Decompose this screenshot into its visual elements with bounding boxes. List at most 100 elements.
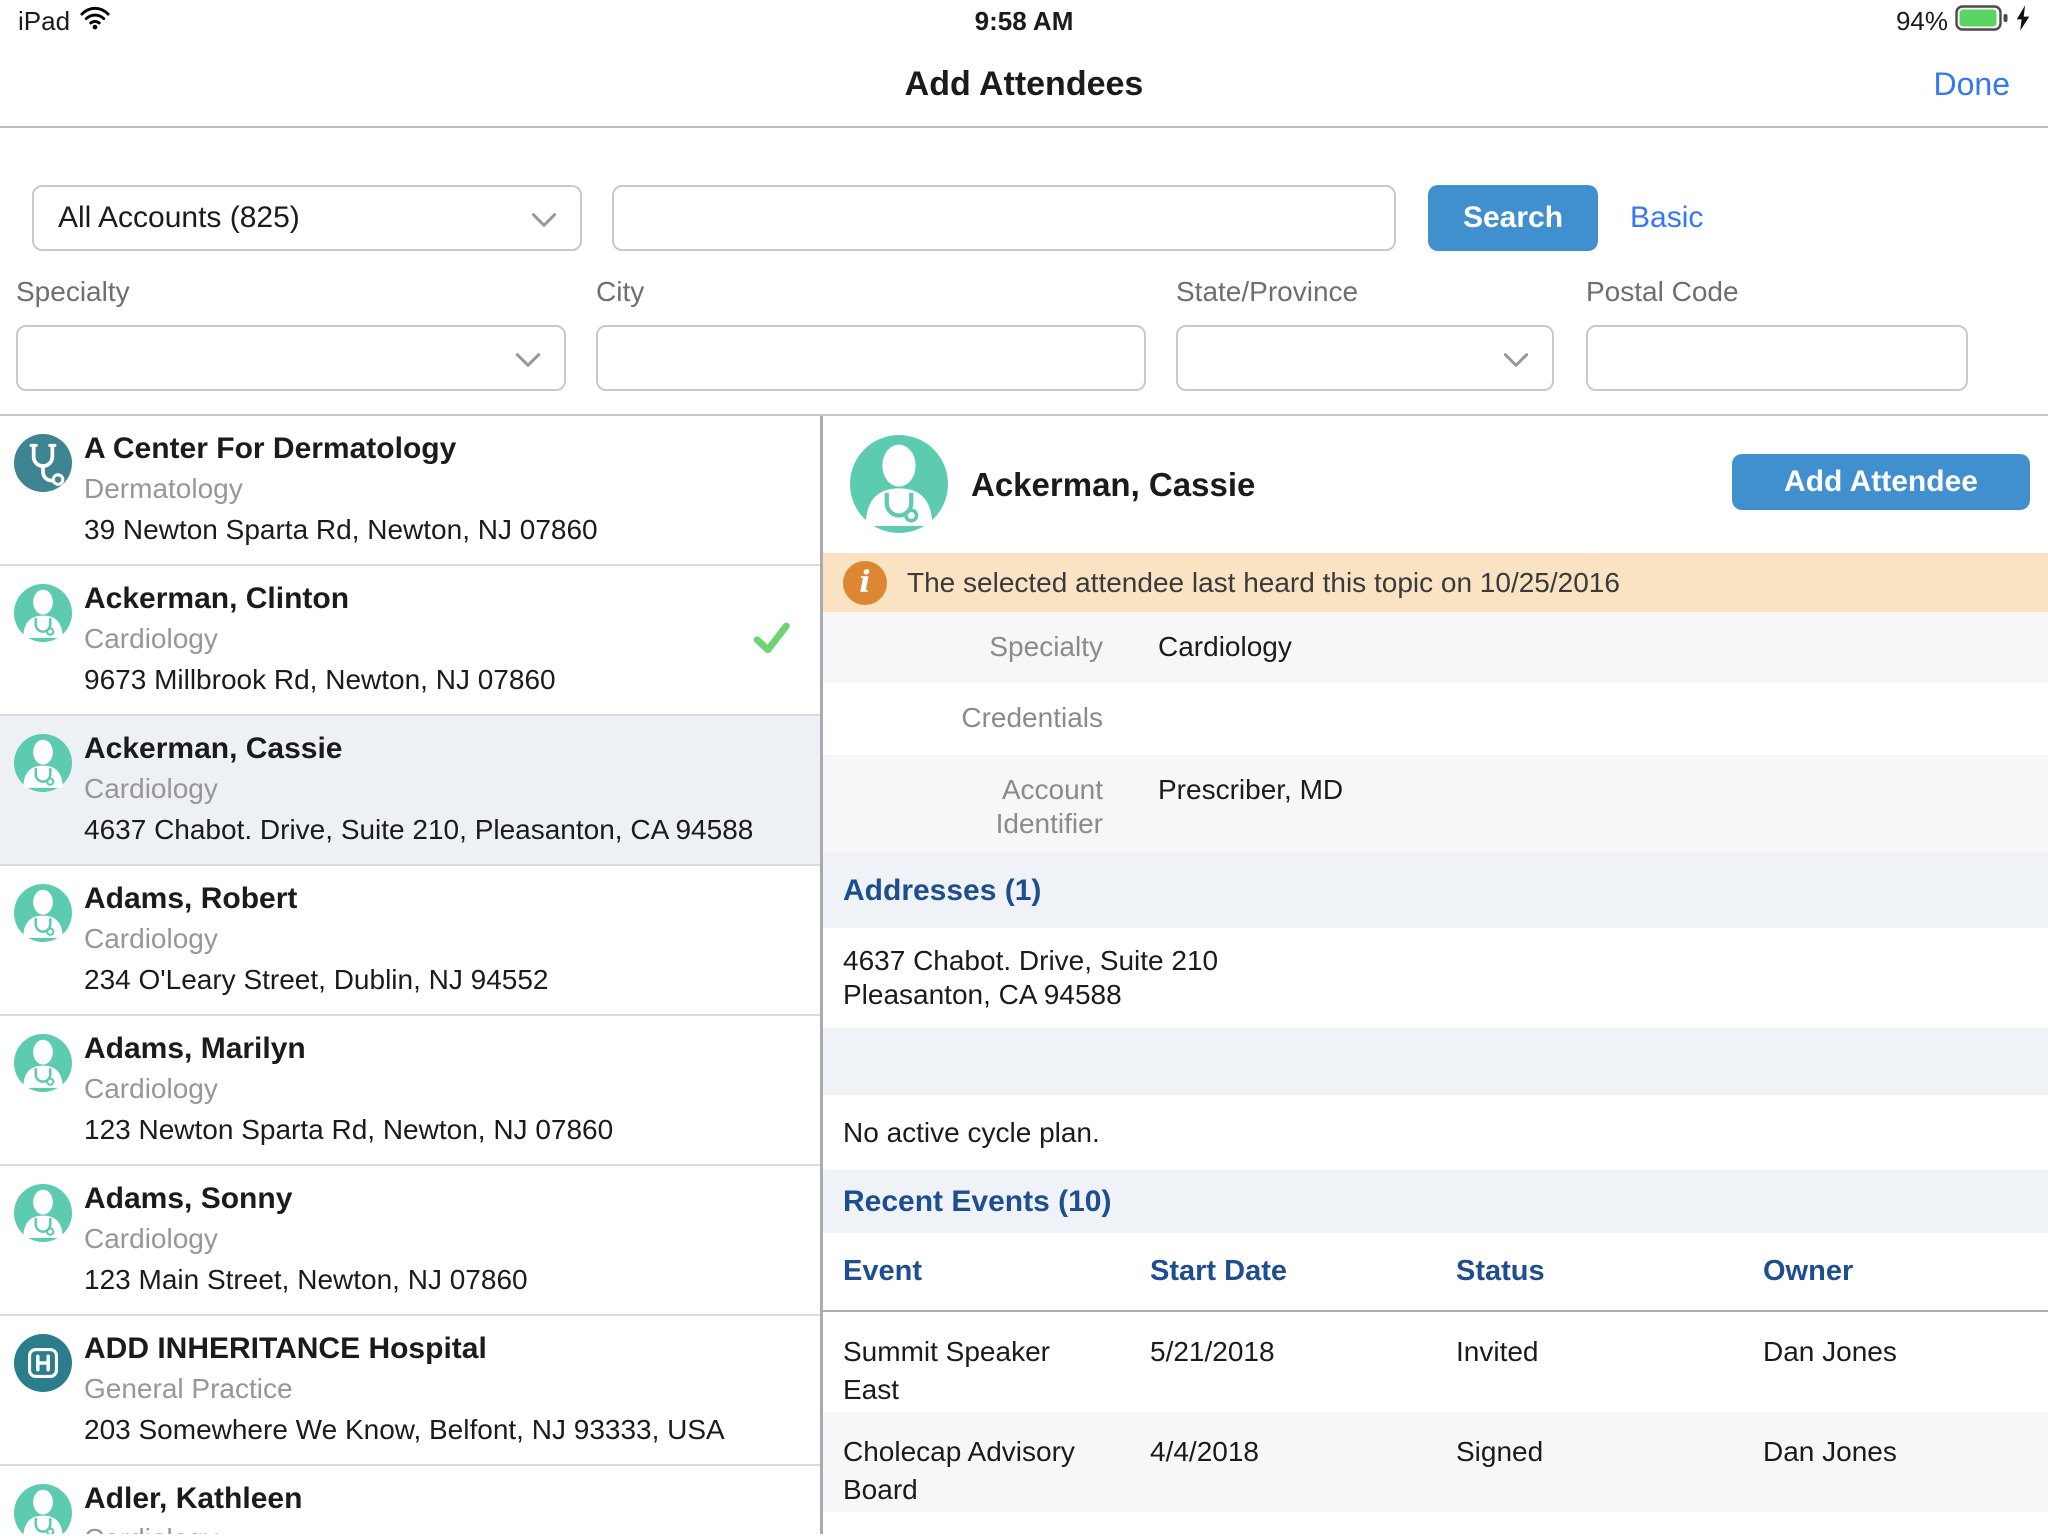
result-name: ADD INHERITANCE Hospital: [84, 1329, 710, 1369]
field-row-account-identifier: Account Identifier Prescriber, MD: [823, 755, 2048, 853]
topic-info-banner: i The selected attendee last heard this …: [823, 553, 2048, 612]
doctor-icon: [14, 1184, 72, 1242]
chevron-down-icon: [532, 201, 556, 235]
result-row[interactable]: ADD INHERITANCE Hospital General Practic…: [0, 1316, 820, 1466]
result-address: 39 Newton Sparta Rd, Newton, NJ 07860: [84, 509, 710, 550]
result-specialty: Dermatology: [84, 469, 710, 509]
result-specialty: General Practice: [84, 1369, 710, 1409]
field-label: Credentials: [943, 701, 1103, 735]
event-cell-owner: Dan Jones: [1763, 1433, 2048, 1512]
event-cell-status: Invited: [1456, 1333, 1763, 1412]
address-line-2: Pleasanton, CA 94588: [843, 978, 2048, 1012]
field-row-credentials: Credentials: [823, 683, 2048, 755]
result-row[interactable]: Adams, Robert Cardiology 234 O'Leary Str…: [0, 866, 820, 1016]
result-address: 9673 Millbrook Rd, Newton, NJ 07860: [84, 659, 710, 700]
field-label: Account Identifier: [943, 773, 1103, 841]
result-name: Adler, Kathleen: [84, 1479, 710, 1519]
result-row[interactable]: Adams, Sonny Cardiology 123 Main Street,…: [0, 1166, 820, 1316]
result-specialty: Cardiology: [84, 919, 710, 959]
field-label: Specialty: [943, 630, 1103, 664]
field-value: Prescriber, MD: [1158, 773, 1343, 807]
postal-filter-label: Postal Code: [1586, 276, 1739, 308]
result-specialty: Cardiology: [84, 619, 710, 659]
field-value: Cardiology: [1158, 630, 1292, 664]
result-name: Ackerman, Clinton: [84, 579, 710, 619]
device-label: iPad: [18, 6, 70, 37]
specialty-filter-select[interactable]: [16, 325, 566, 391]
doctor-icon: [14, 1034, 72, 1092]
add-attendees-screen: iPad 9:58 AM 94%: [0, 0, 2048, 1534]
specialty-filter-label: Specialty: [16, 276, 130, 308]
result-name: Ackerman, Cassie: [84, 729, 710, 769]
result-address: 123 Main Street, Newton, NJ 07860: [84, 1259, 710, 1300]
doctor-icon: [14, 884, 72, 942]
event-cell-owner: Dan Jones: [1763, 1333, 2048, 1412]
event-cell-event: Summit Speaker East: [843, 1333, 1098, 1412]
info-icon: i: [843, 561, 887, 605]
result-specialty: Cardiology: [84, 1069, 710, 1109]
doctor-icon: [14, 1484, 72, 1534]
results-list: A Center For Dermatology Dermatology 39 …: [0, 416, 820, 1534]
result-address: 234 O'Leary Street, Dublin, NJ 94552: [84, 959, 710, 1000]
search-input[interactable]: [612, 185, 1396, 251]
city-filter-label: City: [596, 276, 644, 308]
events-column-header: Status: [1456, 1255, 1763, 1288]
events-column-header: Event: [843, 1255, 1150, 1288]
result-name: Adams, Robert: [84, 879, 710, 919]
field-row-specialty: Specialty Cardiology: [823, 612, 2048, 683]
result-name: A Center For Dermatology: [84, 429, 710, 469]
result-address: 4637 Chabot. Drive, Suite 210, Pleasanto…: [84, 809, 710, 850]
basic-search-link[interactable]: Basic: [1630, 185, 1703, 251]
charging-bolt-icon: [2016, 5, 2030, 38]
result-name: Adams, Marilyn: [84, 1029, 710, 1069]
event-row[interactable]: Cholecap Advisory Board 4/4/2018 Signed …: [823, 1412, 2048, 1512]
event-cell-start-date: 4/4/2018: [1150, 1433, 1456, 1512]
done-button[interactable]: Done: [1934, 42, 2011, 126]
wifi-icon: [80, 6, 110, 37]
nav-bar: Add Attendees Done: [0, 42, 2048, 128]
chevron-down-icon: [516, 341, 540, 375]
events-column-header: Owner: [1763, 1255, 2048, 1288]
cycle-plan-text: No active cycle plan.: [823, 1095, 2048, 1170]
chevron-down-icon: [1504, 341, 1528, 375]
events-column-header: Start Date: [1150, 1255, 1456, 1288]
result-row[interactable]: Ackerman, Cassie Cardiology 4637 Chabot.…: [0, 716, 820, 866]
recent-events-section-header: Recent Events (10): [823, 1170, 2048, 1233]
result-row[interactable]: A Center For Dermatology Dermatology 39 …: [0, 416, 820, 566]
doctor-icon: [850, 435, 948, 533]
cycle-plans-section-band: [823, 1028, 2048, 1095]
state-filter-select[interactable]: [1176, 325, 1554, 391]
address-line-1: 4637 Chabot. Drive, Suite 210: [843, 944, 2048, 978]
result-row[interactable]: Adler, Kathleen Cardiology: [0, 1466, 820, 1534]
result-row[interactable]: Adams, Marilyn Cardiology 123 Newton Spa…: [0, 1016, 820, 1166]
result-specialty: Cardiology: [84, 1219, 710, 1259]
battery-icon: [1955, 4, 2009, 39]
result-name: Adams, Sonny: [84, 1179, 710, 1219]
postal-filter-input[interactable]: [1586, 325, 1968, 391]
doctor-icon: [14, 734, 72, 792]
doctor-icon: [14, 584, 72, 642]
result-specialty: Cardiology: [84, 1519, 710, 1534]
search-panel: All Accounts (825) Search Basic Specialt…: [0, 128, 2048, 416]
banner-text: The selected attendee last heard this to…: [907, 567, 1620, 599]
result-row[interactable]: Ackerman, Clinton Cardiology 9673 Millbr…: [0, 566, 820, 716]
selected-check-icon: [748, 615, 794, 666]
attendee-name: Ackerman, Cassie: [971, 416, 1255, 553]
status-bar: iPad 9:58 AM 94%: [0, 0, 2048, 42]
search-button[interactable]: Search: [1428, 185, 1598, 251]
result-specialty: Cardiology: [84, 769, 710, 809]
city-filter-input[interactable]: [596, 325, 1146, 391]
address-block: 4637 Chabot. Drive, Suite 210 Pleasanton…: [823, 928, 2048, 1028]
result-address: 203 Somewhere We Know, Belfont, NJ 93333…: [84, 1409, 710, 1450]
events-table-header: EventStart DateStatusOwner: [823, 1233, 2048, 1312]
result-address: 123 Newton Sparta Rd, Newton, NJ 07860: [84, 1109, 710, 1150]
attendee-detail-panel: Ackerman, Cassie Add Attendee i The sele…: [823, 416, 2048, 1534]
battery-percent: 94%: [1896, 6, 1948, 37]
account-scope-select[interactable]: All Accounts (825): [32, 185, 582, 251]
event-row[interactable]: Summit Speaker East 5/21/2018 Invited Da…: [823, 1312, 2048, 1412]
state-filter-label: State/Province: [1176, 276, 1358, 308]
account-scope-value: All Accounts (825): [58, 201, 300, 235]
add-attendee-button[interactable]: Add Attendee: [1732, 454, 2030, 510]
clinic-icon: [14, 434, 72, 492]
page-title: Add Attendees: [0, 42, 2048, 126]
